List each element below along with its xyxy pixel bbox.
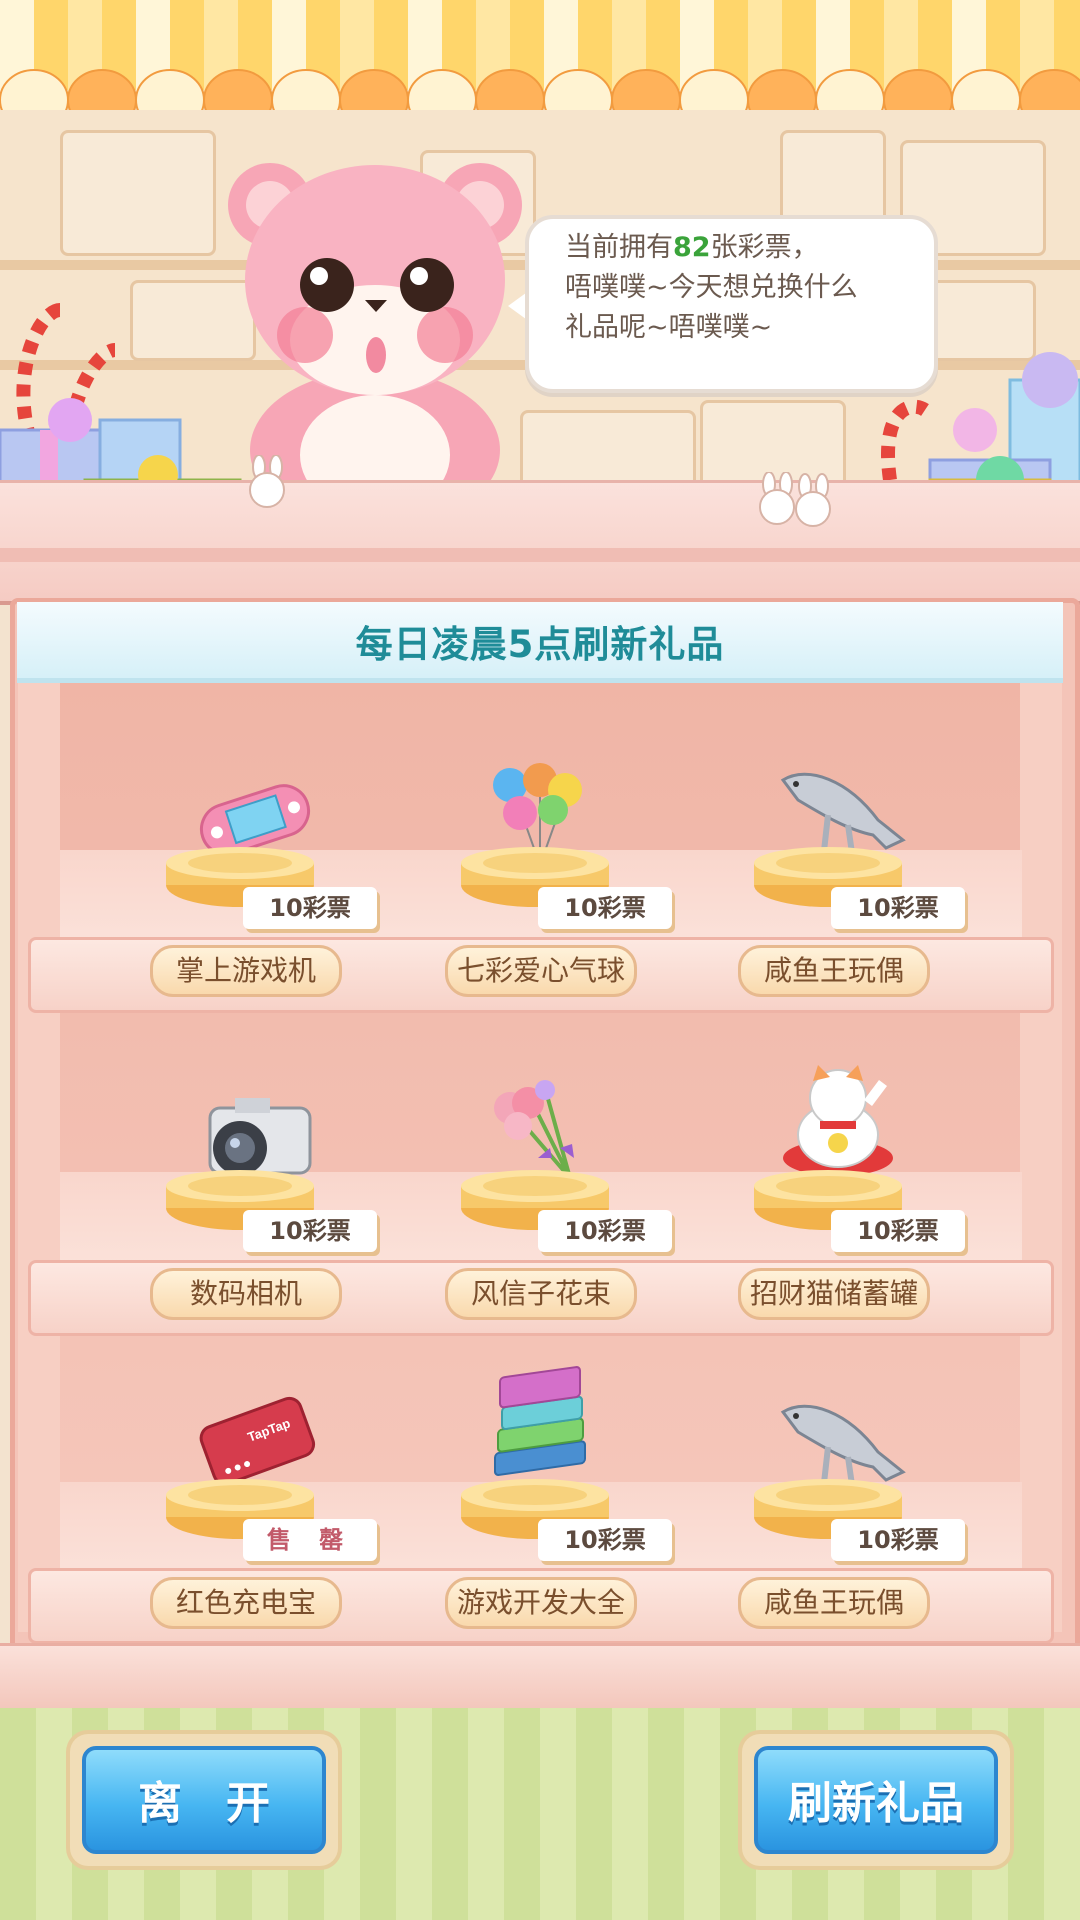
- price-tag: 10彩票: [538, 1210, 672, 1252]
- cabinet-base: [0, 1643, 1080, 1712]
- shop-counter: [0, 480, 1080, 605]
- gift-slot[interactable]: 10彩票 风信子花束: [445, 1080, 685, 1320]
- gift-name: 咸鱼王玩偶: [738, 945, 930, 997]
- cabinet-side-left: [18, 682, 60, 1632]
- gift-slot[interactable]: TapTap 售 罄 红色充电宝: [150, 1392, 390, 1629]
- gift-slot[interactable]: 10彩票 掌上游戏机: [150, 760, 390, 997]
- price-tag: 10彩票: [243, 887, 377, 929]
- speech-suffix: 张彩票，: [710, 232, 819, 263]
- price-tag: 10彩票: [831, 1519, 965, 1561]
- gift-slot[interactable]: 10彩票 七彩爱心气球: [445, 760, 685, 997]
- speech-line-2: 唔噗噗~今天想兑换什么: [565, 272, 858, 303]
- price-tag: 10彩票: [243, 1210, 377, 1252]
- price-tag: 10彩票: [831, 1210, 965, 1252]
- gift-slot[interactable]: 10彩票 咸鱼王玩偶: [738, 1392, 978, 1629]
- speech-text: 当前拥有82张彩票， 唔噗噗~今天想兑换什么 礼品呢~唔噗噗~: [565, 228, 910, 348]
- refresh-button-frame: 刷新礼品: [742, 1734, 1010, 1866]
- gift-name: 游戏开发大全: [445, 1577, 637, 1629]
- gift-slot[interactable]: 10彩票 招财猫储蓄罐: [738, 1065, 978, 1320]
- gift-name: 七彩爱心气球: [445, 945, 637, 997]
- refresh-banner-text: 每日凌晨5点刷新礼品: [355, 623, 725, 666]
- gift-name: 风信子花束: [445, 1268, 637, 1320]
- ticket-count: 82: [673, 232, 711, 263]
- cabinet-side-right: [1020, 682, 1062, 1632]
- price-tag: 10彩票: [538, 1519, 672, 1561]
- gift-name: 红色充电宝: [150, 1577, 342, 1629]
- gift-name: 招财猫储蓄罐: [738, 1268, 930, 1320]
- game-dev-books-icon: [494, 1366, 586, 1476]
- lucky-cat-piggybank-icon: [783, 1065, 893, 1176]
- price-tag: 10彩票: [831, 887, 965, 929]
- sold-out-tag: 售 罄: [243, 1519, 377, 1561]
- counter-edge: [0, 548, 1080, 562]
- gift-name: 咸鱼王玩偶: [738, 1577, 930, 1629]
- speech-line-3: 礼品呢~唔噗噗~: [565, 312, 773, 343]
- bunny-figurine: [759, 472, 831, 527]
- leave-button[interactable]: 离 开: [82, 1746, 326, 1854]
- speech-prefix: 当前拥有: [565, 232, 673, 263]
- leave-button-frame: 离 开: [70, 1734, 338, 1866]
- gift-name: 掌上游戏机: [150, 945, 342, 997]
- gift-slot[interactable]: 10彩票 数码相机: [150, 1083, 390, 1320]
- gift-name: 数码相机: [150, 1268, 342, 1320]
- gift-slot[interactable]: 10彩票 游戏开发大全: [445, 1366, 685, 1629]
- bunny-figurine: [249, 455, 285, 508]
- bear-shopkeeper[interactable]: [215, 150, 535, 490]
- gift-slot[interactable]: 10彩票 咸鱼王玩偶: [738, 760, 978, 997]
- refresh-gifts-button[interactable]: 刷新礼品: [754, 1746, 998, 1854]
- price-tag: 10彩票: [538, 887, 672, 929]
